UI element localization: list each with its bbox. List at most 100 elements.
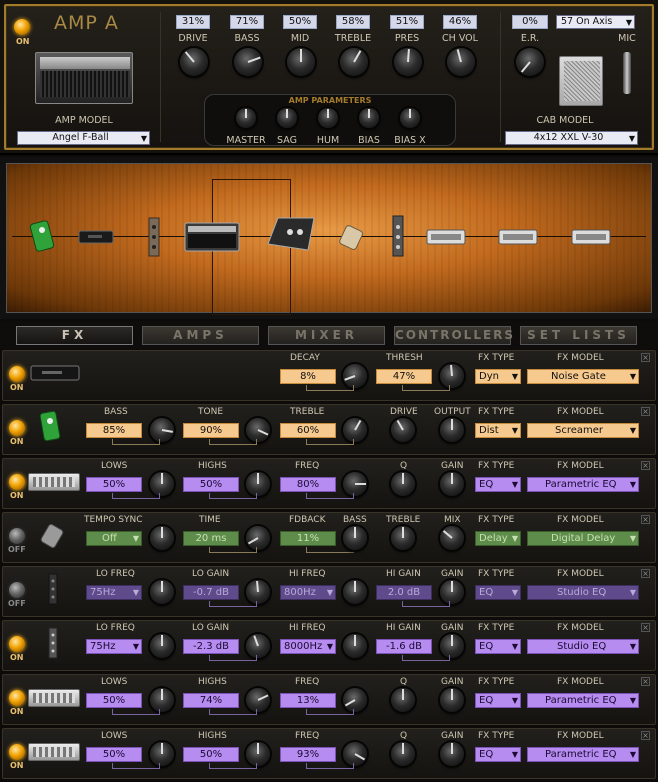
- mid-knob[interactable]: [287, 48, 315, 76]
- tab-mixer[interactable]: MIXER: [268, 326, 385, 345]
- studio-eq-icon[interactable]: [148, 217, 160, 257]
- power-led-icon[interactable]: [9, 474, 25, 490]
- hum-knob[interactable]: [318, 108, 338, 128]
- tempo-knob[interactable]: [150, 526, 174, 550]
- gain-knob[interactable]: [440, 472, 464, 496]
- fx-type-select[interactable]: Dyn ▼: [475, 369, 521, 384]
- highs-value[interactable]: 74%: [183, 693, 239, 708]
- hi-freq-select[interactable]: 800Hz ▼: [280, 585, 336, 600]
- power-led-icon[interactable]: [9, 366, 25, 382]
- close-icon[interactable]: ×: [641, 677, 650, 686]
- close-icon[interactable]: ×: [641, 353, 650, 362]
- freq-value[interactable]: 80%: [280, 477, 336, 492]
- fx-model-select[interactable]: Parametric EQ ▼: [527, 477, 639, 492]
- fdback-value[interactable]: 11%: [280, 531, 336, 546]
- close-icon[interactable]: ×: [641, 515, 650, 524]
- tab-controllers[interactable]: CONTROLLERS: [394, 326, 513, 345]
- delay-treble-knob[interactable]: [391, 526, 415, 550]
- fx-model-select[interactable]: Screamer ▼: [527, 423, 639, 438]
- amp-model-select[interactable]: Angel F-Ball ▼: [17, 131, 150, 145]
- lows-value[interactable]: 50%: [86, 747, 142, 762]
- power-led-icon[interactable]: [9, 582, 25, 598]
- freq-value[interactable]: 13%: [280, 693, 336, 708]
- gain-knob[interactable]: [440, 688, 464, 712]
- fx-type-select[interactable]: EQ ▼: [475, 693, 521, 708]
- bias-x-knob[interactable]: [400, 108, 420, 128]
- sag-knob[interactable]: [277, 108, 297, 128]
- power-led-icon[interactable]: [9, 690, 25, 706]
- tab-fx[interactable]: FX: [16, 326, 133, 345]
- bass-value[interactable]: 71%: [230, 15, 264, 29]
- pres-knob[interactable]: [394, 48, 422, 76]
- tempo-sync-select[interactable]: Off ▼: [86, 531, 142, 546]
- ch-vol-knob[interactable]: [447, 48, 475, 76]
- fx-model-select[interactable]: Noise Gate ▼: [527, 369, 639, 384]
- cab-model-select[interactable]: 4x12 XXL V-30 ▼: [505, 131, 638, 145]
- lo-freq-select[interactable]: 75Hz ▼: [86, 639, 142, 654]
- fx-type-select[interactable]: EQ ▼: [475, 477, 521, 492]
- amp-head-chain-icon[interactable]: [184, 222, 240, 252]
- power-led-icon[interactable]: [9, 744, 25, 760]
- tab-amps[interactable]: AMPS: [142, 326, 259, 345]
- bias-knob[interactable]: [359, 108, 379, 128]
- fx-model-select[interactable]: Parametric EQ ▼: [527, 693, 639, 708]
- lo-freq-knob[interactable]: [150, 580, 174, 604]
- highs-value[interactable]: 50%: [183, 747, 239, 762]
- parametric-eq-icon[interactable]: [426, 229, 466, 245]
- fx-model-select[interactable]: Parametric EQ ▼: [527, 747, 639, 762]
- bass-knob[interactable]: [234, 48, 262, 76]
- lows-value[interactable]: 50%: [86, 693, 142, 708]
- fx-model-select[interactable]: Digital Delay ▼: [527, 531, 639, 546]
- close-icon[interactable]: ×: [641, 461, 650, 470]
- amp-power-led-icon[interactable]: [14, 19, 30, 35]
- ch-vol-value[interactable]: 46%: [443, 15, 477, 29]
- parametric-eq-2-icon[interactable]: [498, 229, 538, 245]
- screamer-pedal-icon[interactable]: [30, 220, 56, 252]
- delay-pedal-icon[interactable]: [338, 224, 366, 252]
- treble-value[interactable]: 60%: [280, 423, 336, 438]
- noise-gate-rack-icon[interactable]: [78, 229, 114, 245]
- q-knob[interactable]: [391, 742, 415, 766]
- highs-value[interactable]: 50%: [183, 477, 239, 492]
- power-led-icon[interactable]: [9, 420, 25, 436]
- hi-freq-knob[interactable]: [343, 580, 367, 604]
- mic-position-select[interactable]: 57 On Axis ▼: [556, 15, 635, 29]
- tab-set-lists[interactable]: SET LISTS: [520, 326, 637, 345]
- q-knob[interactable]: [391, 688, 415, 712]
- power-led-icon[interactable]: [9, 528, 25, 544]
- gain-knob[interactable]: [440, 742, 464, 766]
- treble-knob[interactable]: [340, 48, 368, 76]
- hi-freq-select[interactable]: 8000Hz ▼: [280, 639, 336, 654]
- mixer-chain-icon[interactable]: [264, 214, 316, 254]
- pres-value[interactable]: 51%: [390, 15, 424, 29]
- er-value[interactable]: 0%: [512, 15, 548, 29]
- fx-model-select[interactable]: Studio EQ ▼: [527, 585, 639, 600]
- drive-knob[interactable]: [391, 418, 415, 442]
- fx-type-select[interactable]: EQ ▼: [475, 747, 521, 762]
- master-knob[interactable]: [236, 108, 256, 128]
- lo-freq-select[interactable]: 75Hz ▼: [86, 585, 142, 600]
- tone-value[interactable]: 90%: [183, 423, 239, 438]
- power-led-icon[interactable]: [9, 636, 25, 652]
- parametric-eq-3-icon[interactable]: [571, 229, 611, 245]
- freq-value[interactable]: 93%: [280, 747, 336, 762]
- fx-type-select[interactable]: Delay ▼: [475, 531, 521, 546]
- decay-value[interactable]: 8%: [280, 369, 336, 384]
- microphone-icon[interactable]: [623, 52, 631, 94]
- close-icon[interactable]: ×: [641, 407, 650, 416]
- drive-knob[interactable]: [180, 48, 208, 76]
- thresh-value[interactable]: 47%: [376, 369, 432, 384]
- fx-type-select[interactable]: Dist ▼: [475, 423, 521, 438]
- mid-value[interactable]: 50%: [283, 15, 317, 29]
- time-value[interactable]: 20 ms: [183, 531, 239, 546]
- q-knob[interactable]: [391, 472, 415, 496]
- treble-value[interactable]: 58%: [336, 15, 370, 29]
- lo-gain-value[interactable]: -2.3 dB: [183, 639, 239, 654]
- bass-value[interactable]: 85%: [86, 423, 142, 438]
- mix-knob[interactable]: [440, 526, 464, 550]
- drive-value[interactable]: 31%: [176, 15, 210, 29]
- lows-value[interactable]: 50%: [86, 477, 142, 492]
- studio-eq-2-icon[interactable]: [392, 215, 404, 257]
- fx-model-select[interactable]: Studio EQ ▼: [527, 639, 639, 654]
- hi-gain-value[interactable]: 2.0 dB: [376, 585, 432, 600]
